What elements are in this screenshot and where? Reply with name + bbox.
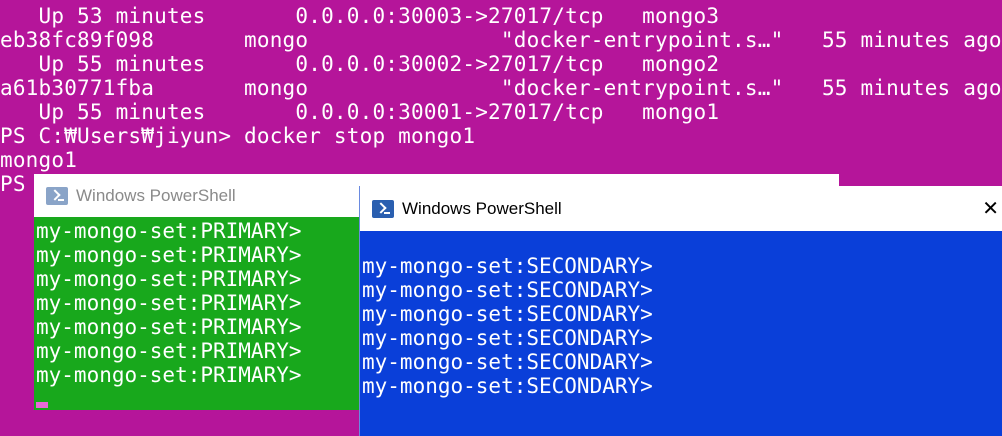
terminal-line: my-mongo-set:SECONDARY> bbox=[362, 278, 653, 302]
close-icon[interactable]: ✕ bbox=[982, 196, 999, 221]
terminal-line: my-mongo-set:PRIMARY> bbox=[36, 291, 302, 315]
terminal-line: mongo1 bbox=[0, 148, 78, 172]
terminal-line: my-mongo-set:SECONDARY> bbox=[362, 254, 653, 278]
terminal-line: PS C:₩Users₩jiyun> docker stop mongo1 bbox=[0, 124, 476, 148]
terminal-line: Up 53 minutes 0.0.0.0:30003->27017/tcp m… bbox=[0, 4, 720, 28]
terminal-line: a61b30771fba mongo "docker-entrypoint.s…… bbox=[0, 76, 1002, 100]
window-title: Windows PowerShell bbox=[402, 198, 562, 218]
terminal-line: Up 55 minutes 0.0.0.0:30002->27017/tcp m… bbox=[0, 52, 720, 76]
terminal-line: my-mongo-set:PRIMARY> bbox=[36, 267, 302, 291]
terminal-body[interactable]: my-mongo-set:SECONDARY> my-mongo-set:SEC… bbox=[360, 231, 1002, 436]
powershell-window-secondary[interactable]: Windows PowerShell ✕ my-mongo-set:SECOND… bbox=[359, 186, 1002, 436]
terminal-line: my-mongo-set:SECONDARY> bbox=[362, 374, 653, 398]
terminal-line: my-mongo-set:PRIMARY> bbox=[36, 243, 302, 267]
text-cursor bbox=[36, 402, 48, 408]
terminal-line: my-mongo-set:PRIMARY> bbox=[36, 315, 302, 339]
terminal-line: my-mongo-set:SECONDARY> bbox=[362, 302, 653, 326]
terminal-prompt: PS bbox=[0, 172, 26, 196]
powershell-icon bbox=[372, 199, 394, 218]
terminal-line: my-mongo-set:PRIMARY> bbox=[36, 363, 302, 387]
window-titlebar[interactable]: Windows PowerShell ✕ bbox=[360, 186, 1002, 231]
terminal-line: my-mongo-set:PRIMARY> bbox=[36, 219, 302, 243]
terminal-line: eb38fc89f098 mongo "docker-entrypoint.s…… bbox=[0, 28, 1002, 52]
powershell-icon bbox=[46, 186, 68, 205]
terminal-line: my-mongo-set:SECONDARY> bbox=[362, 326, 653, 350]
terminal-line: my-mongo-set:SECONDARY> bbox=[362, 350, 653, 374]
terminal-line: my-mongo-set:PRIMARY> bbox=[36, 339, 302, 363]
terminal-line: Up 55 minutes 0.0.0.0:30001->27017/tcp m… bbox=[0, 100, 720, 124]
window-title: Windows PowerShell bbox=[76, 185, 236, 205]
